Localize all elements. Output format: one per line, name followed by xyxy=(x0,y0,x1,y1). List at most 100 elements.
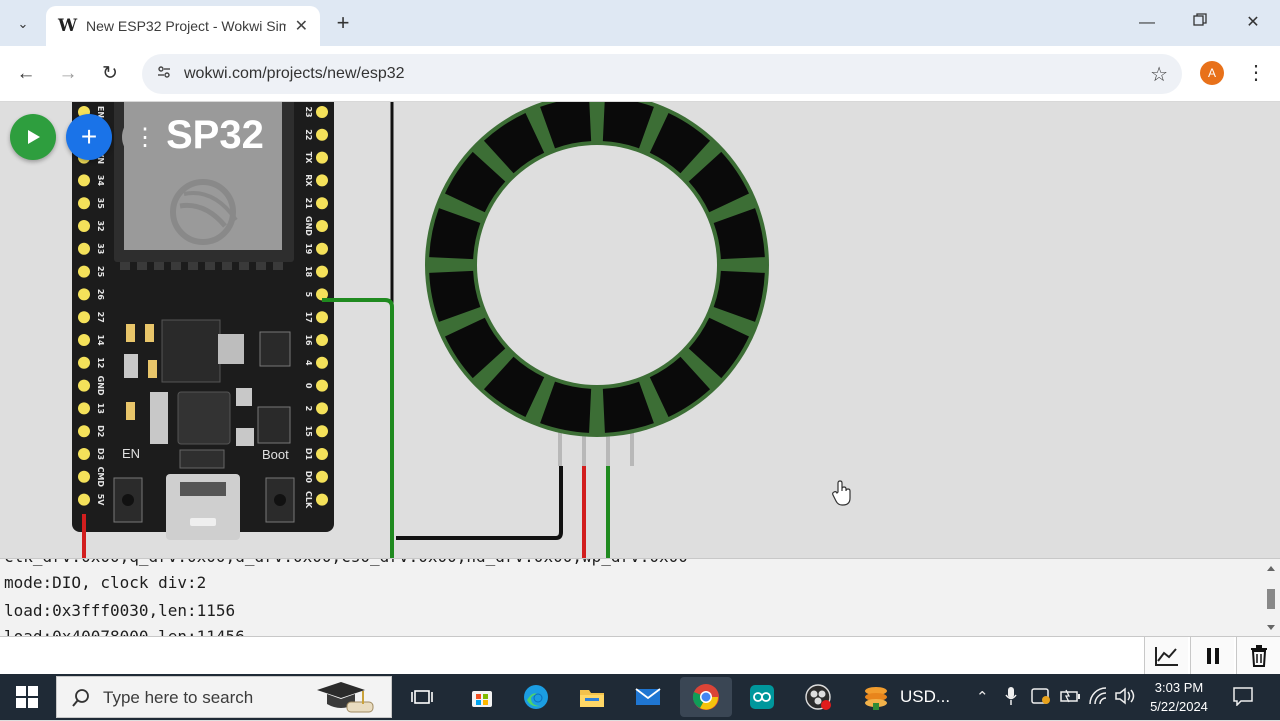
pin-label-right-19: 19 xyxy=(304,243,313,255)
pin-label-right-gnd: GND xyxy=(304,216,313,236)
task-view-icon[interactable] xyxy=(406,681,438,713)
pin-left-26[interactable] xyxy=(78,288,90,301)
clear-serial-button[interactable] xyxy=(1236,637,1280,675)
pin-left-14[interactable] xyxy=(78,334,90,346)
serial-scrollbar[interactable] xyxy=(1264,563,1278,633)
pin-left-34[interactable] xyxy=(78,174,90,187)
pin-label-right-clk: CLK xyxy=(304,491,313,509)
serial-input-field[interactable] xyxy=(0,637,1142,675)
bookmark-star-icon[interactable]: ☆ xyxy=(1150,62,1168,87)
obs-studio-icon[interactable] xyxy=(802,681,834,713)
pin-right-21[interactable] xyxy=(316,197,328,210)
pin-right-19[interactable] xyxy=(316,242,328,255)
hand-cursor-icon xyxy=(832,480,852,511)
pin-right-rx[interactable] xyxy=(316,174,328,187)
browser-toolbar: ← → ↻ wokwi.com/projects/new/esp32 ☆ A ⋮ xyxy=(0,46,1280,102)
tab-wokwi[interactable]: W New ESP32 Project - Wokwi Sim ✕ xyxy=(46,6,320,46)
windows-taskbar: Type here to search USD... ⌃ 3:03 PM 5/2… xyxy=(0,674,1280,720)
pause-button[interactable] xyxy=(1190,637,1234,675)
mail-icon[interactable] xyxy=(632,681,664,713)
pin-left-d3[interactable] xyxy=(78,448,90,460)
pin-label-right-4: 4 xyxy=(304,360,313,366)
new-tab-plus-icon[interactable]: + xyxy=(330,10,356,36)
start-simulation-button[interactable] xyxy=(10,114,56,160)
pin-left-cmd[interactable] xyxy=(78,470,90,483)
pin-right-gnd[interactable] xyxy=(316,220,328,232)
pin-right-4[interactable] xyxy=(316,356,328,369)
file-explorer-icon[interactable] xyxy=(576,681,608,713)
pin-left-32[interactable] xyxy=(78,220,90,232)
reload-icon[interactable]: ↻ xyxy=(96,60,124,88)
edge-browser-icon[interactable] xyxy=(520,681,552,713)
battery-icon[interactable] xyxy=(1060,686,1082,710)
gnd-wire xyxy=(396,466,563,540)
pin-right-2[interactable] xyxy=(316,402,328,415)
pin-left-12[interactable] xyxy=(78,356,90,369)
chrome-taskbar-button[interactable] xyxy=(680,677,732,717)
pin-label-left-cmd: CMD xyxy=(96,467,105,488)
pin-left-33[interactable] xyxy=(78,242,90,255)
pin-label-right-d1: D1 xyxy=(304,448,313,461)
pin-right-d0[interactable] xyxy=(316,470,328,483)
minimize-icon[interactable]: — xyxy=(1132,10,1162,36)
wifi-icon[interactable] xyxy=(1088,686,1110,710)
pin-right-0[interactable] xyxy=(316,379,328,392)
close-window-icon[interactable]: ✕ xyxy=(1238,10,1268,36)
pin-label-left-35: 35 xyxy=(96,198,105,210)
windows-start-icon[interactable] xyxy=(16,686,38,708)
chrome-icon xyxy=(692,684,719,710)
taskbar-search-box[interactable]: Type here to search xyxy=(56,676,392,718)
boot-label: Boot xyxy=(262,447,289,462)
pin-left-d2[interactable] xyxy=(78,425,90,438)
pin-label-left-d2: D2 xyxy=(96,425,105,437)
pin-right-18[interactable] xyxy=(316,265,328,278)
microphone-icon[interactable] xyxy=(1004,686,1018,710)
wokwi-favicon-icon: W xyxy=(58,16,78,36)
pin-right-22[interactable] xyxy=(316,128,328,141)
tab-search-dropdown-icon[interactable]: ⌄ xyxy=(8,10,38,38)
address-bar[interactable]: wokwi.com/projects/new/esp32 ☆ xyxy=(142,54,1182,94)
pin-label-left-5v: 5V xyxy=(96,494,105,507)
microsoft-store-icon[interactable] xyxy=(466,681,498,713)
usd-app-button[interactable]: USD... xyxy=(862,681,954,713)
pin-right-23[interactable] xyxy=(316,106,328,118)
url-text: wokwi.com/projects/new/esp32 xyxy=(184,65,405,82)
pin-label-right-tx: TX xyxy=(304,152,313,164)
forward-arrow-icon[interactable]: → xyxy=(54,60,82,88)
show-hidden-icons-chevron-icon[interactable]: ⌃ xyxy=(976,688,989,706)
security-icon[interactable] xyxy=(1030,686,1052,710)
pin-left-gnd[interactable] xyxy=(78,379,90,392)
pin-right-d1[interactable] xyxy=(316,448,328,460)
esp32-board[interactable]: SP32 EN Boot ENVN343532332526271412GND13… xyxy=(72,102,334,540)
vertical-dots-icon: ⋮ xyxy=(133,123,157,151)
pin-right-clk[interactable] xyxy=(316,493,328,506)
browser-menu-icon[interactable]: ⋮ xyxy=(1246,60,1266,85)
tab-close-icon[interactable]: ✕ xyxy=(295,16,308,36)
pin-left-13[interactable] xyxy=(78,402,90,415)
restore-icon[interactable] xyxy=(1185,10,1215,36)
pin-left-5v[interactable] xyxy=(78,493,90,506)
pin-right-17[interactable] xyxy=(316,311,328,324)
profile-avatar[interactable]: A xyxy=(1200,61,1224,85)
notifications-icon[interactable] xyxy=(1232,686,1254,710)
pin-right-15[interactable] xyxy=(316,425,328,438)
system-clock[interactable]: 3:03 PM 5/22/2024 xyxy=(1144,678,1214,716)
pin-left-27[interactable] xyxy=(78,311,90,324)
graduation-cap-icon xyxy=(311,680,377,721)
back-arrow-icon[interactable]: ← xyxy=(12,60,40,88)
neopixel-ring[interactable] xyxy=(425,102,769,466)
pin-right-16[interactable] xyxy=(316,334,328,346)
arduino-ide-icon[interactable] xyxy=(746,681,778,713)
pin-left-25[interactable] xyxy=(78,265,90,278)
pin-left-35[interactable] xyxy=(78,197,90,210)
pin-label-right-18: 18 xyxy=(304,266,313,278)
plotter-button[interactable] xyxy=(1144,637,1188,675)
more-options-button[interactable]: ⋮ xyxy=(122,114,168,160)
site-info-icon[interactable] xyxy=(154,64,174,84)
pin-right-tx[interactable] xyxy=(316,151,328,164)
serial-monitor-output[interactable]: clk_drv:0x00,q_drv:0x00,d_drv:0x00,cs0_d… xyxy=(0,558,1280,636)
simulation-canvas[interactable]: SP32 EN Boot EN VN 34 35 32 33 25 26 27 … xyxy=(0,102,1280,558)
pin-label-right-16: 16 xyxy=(304,334,313,346)
add-part-button[interactable]: + xyxy=(66,114,112,160)
volume-icon[interactable] xyxy=(1114,686,1136,710)
